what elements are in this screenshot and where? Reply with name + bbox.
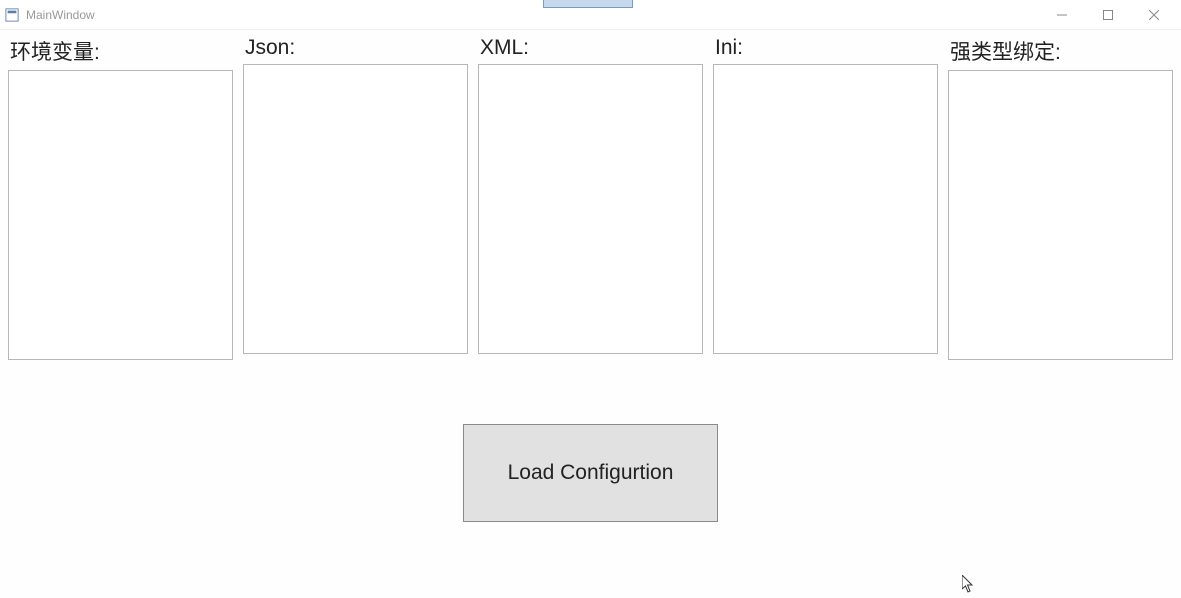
- column-ini: Ini:: [713, 36, 938, 360]
- columns-row: 环境变量: Json: XML: Ini: 强类型绑定:: [8, 36, 1173, 360]
- maximize-button[interactable]: [1085, 0, 1131, 30]
- cursor-icon: [962, 575, 974, 598]
- button-area: Load Configurtion: [8, 424, 1173, 522]
- column-typed: 强类型绑定:: [948, 36, 1173, 360]
- load-configuration-button[interactable]: Load Configurtion: [463, 424, 719, 522]
- textbox-ini[interactable]: [713, 64, 938, 354]
- app-icon: [4, 7, 20, 23]
- titlebar-hint-tab: [543, 0, 633, 8]
- column-label-env: 环境变量:: [8, 36, 233, 66]
- textbox-xml[interactable]: [478, 64, 703, 354]
- window-controls: [1039, 0, 1177, 30]
- column-label-typed: 强类型绑定:: [948, 36, 1173, 66]
- window-title: MainWindow: [26, 8, 1039, 22]
- column-xml: XML:: [478, 36, 703, 360]
- main-content: 环境变量: Json: XML: Ini: 强类型绑定: Load Config…: [0, 30, 1181, 528]
- column-env: 环境变量:: [8, 36, 233, 360]
- minimize-button[interactable]: [1039, 0, 1085, 30]
- textbox-typed[interactable]: [948, 70, 1173, 360]
- column-label-json: Json:: [243, 36, 468, 60]
- column-label-ini: Ini:: [713, 36, 938, 60]
- textbox-json[interactable]: [243, 64, 468, 354]
- close-button[interactable]: [1131, 0, 1177, 30]
- textbox-env[interactable]: [8, 70, 233, 360]
- column-json: Json:: [243, 36, 468, 360]
- column-label-xml: XML:: [478, 36, 703, 60]
